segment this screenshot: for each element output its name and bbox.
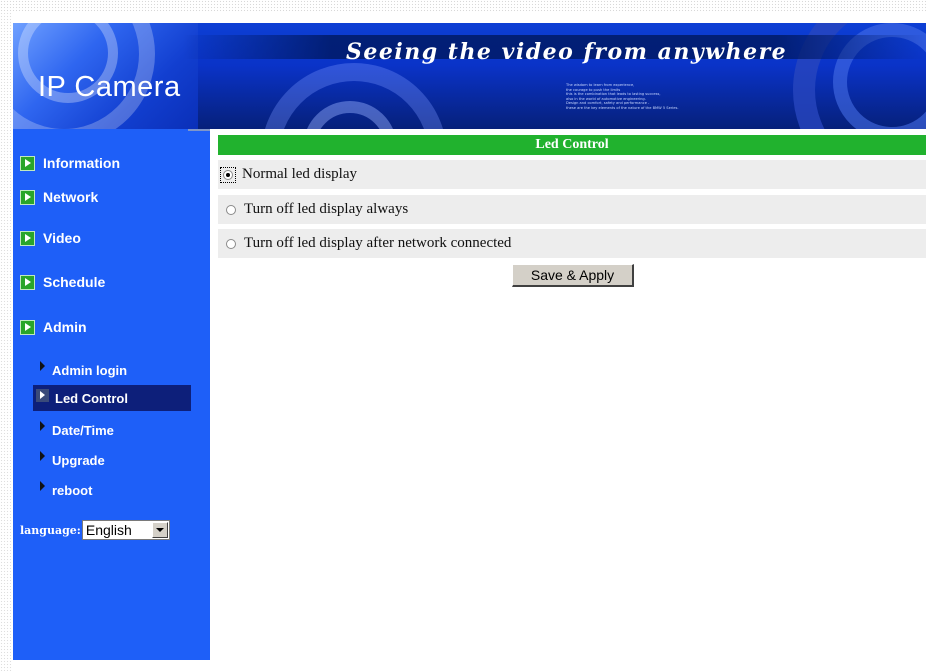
save-apply-button[interactable]: Save & Apply bbox=[512, 264, 634, 287]
sidebar-item-led-control[interactable]: Led Control bbox=[33, 385, 191, 411]
sidebar-divider bbox=[188, 129, 210, 131]
play-arrow-icon bbox=[20, 155, 35, 171]
radio-button[interactable] bbox=[226, 204, 236, 215]
nav-item-label: Schedule bbox=[43, 274, 106, 290]
language-select[interactable]: English bbox=[81, 520, 170, 540]
logo-text: IP Camera bbox=[38, 71, 181, 103]
sidebar: Information Network Video Schedule Admin… bbox=[13, 129, 210, 660]
sidebar-item-label: Led Control bbox=[55, 390, 128, 406]
language-label: language: bbox=[20, 523, 81, 537]
play-arrow-icon bbox=[20, 189, 35, 205]
arrow-right-icon bbox=[40, 421, 45, 431]
radio-button[interactable] bbox=[226, 238, 236, 249]
sidebar-item-label: Date/Time bbox=[52, 422, 114, 438]
chevron-down-icon[interactable] bbox=[151, 522, 168, 538]
arrow-right-icon bbox=[40, 361, 45, 371]
nav-item-admin[interactable]: Admin bbox=[20, 317, 87, 337]
nav-item-label: Video bbox=[43, 230, 81, 246]
nav-item-network[interactable]: Network bbox=[20, 187, 98, 207]
arrow-right-icon bbox=[40, 451, 45, 461]
nav-item-label: Admin bbox=[43, 319, 87, 335]
sidebar-item-upgrade[interactable]: Upgrade bbox=[33, 447, 191, 473]
nav-item-label: Network bbox=[43, 189, 99, 205]
option-turn-off-after-connected[interactable]: Turn off led display after network conne… bbox=[218, 229, 926, 258]
play-arrow-icon bbox=[20, 230, 35, 246]
play-arrow-icon bbox=[20, 274, 35, 290]
sidebar-item-label: reboot bbox=[52, 482, 93, 498]
option-label: Turn off led display after network conne… bbox=[244, 235, 512, 251]
option-label: Turn off led display always bbox=[244, 201, 409, 217]
sidebar-item-label: Admin login bbox=[52, 362, 128, 378]
nav-item-information[interactable]: Information bbox=[20, 153, 120, 173]
sidebar-item-admin-login[interactable]: Admin login bbox=[33, 357, 191, 383]
play-arrow-icon bbox=[20, 319, 35, 335]
nav-item-label: Information bbox=[43, 155, 120, 171]
page-top-border bbox=[0, 0, 926, 12]
sidebar-item-date-time[interactable]: Date/Time bbox=[33, 417, 191, 443]
option-normal-led-display[interactable]: Normal led display bbox=[218, 160, 926, 189]
sidebar-item-reboot[interactable]: reboot bbox=[33, 477, 191, 503]
option-label: Normal led display bbox=[242, 166, 357, 182]
nav-item-schedule[interactable]: Schedule bbox=[20, 272, 105, 292]
arrow-right-icon bbox=[36, 388, 49, 402]
sidebar-item-label: Upgrade bbox=[52, 452, 105, 468]
nav-item-video[interactable]: Video bbox=[20, 228, 81, 248]
header-banner: IP Camera Seeing the video from anywhere… bbox=[13, 23, 926, 129]
fine-print-line: these are the key elements of the nature… bbox=[566, 105, 679, 110]
radio-button-checked[interactable] bbox=[223, 169, 233, 180]
focus-outline bbox=[220, 166, 236, 183]
panel-title: Led Control bbox=[218, 135, 926, 155]
banner-fine-print: The wisdom to learn from experience, the… bbox=[566, 83, 746, 111]
arrow-right-icon bbox=[40, 481, 45, 491]
language-selector-row: language: English bbox=[20, 520, 170, 540]
language-select-value: English bbox=[85, 522, 132, 538]
option-turn-off-always[interactable]: Turn off led display always bbox=[218, 195, 926, 224]
page-left-border bbox=[0, 12, 12, 671]
banner-slogan: Seeing the video from anywhere bbox=[346, 39, 788, 65]
